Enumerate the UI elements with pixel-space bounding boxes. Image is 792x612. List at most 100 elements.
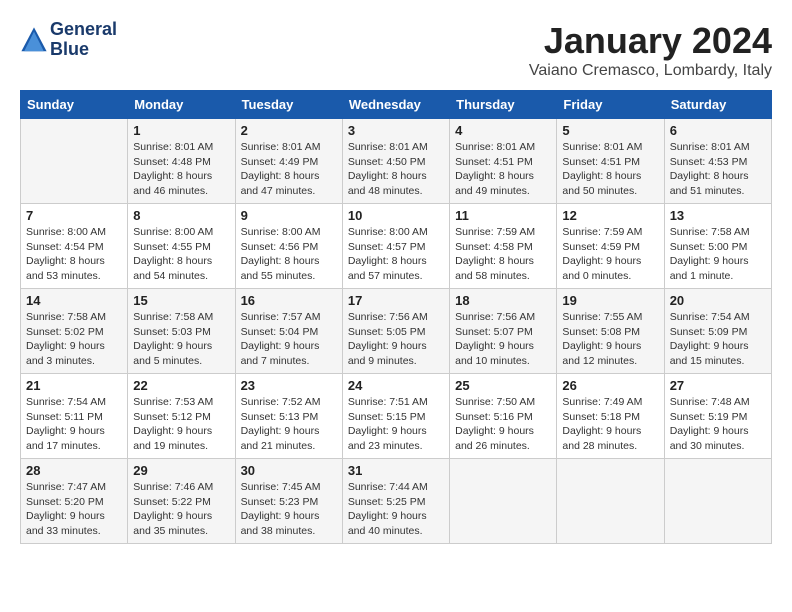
- calendar-cell: 6 Sunrise: 8:01 AMSunset: 4:53 PMDaylight…: [664, 119, 771, 204]
- calendar-week-5: 28 Sunrise: 7:47 AMSunset: 5:20 PMDayligh…: [21, 459, 772, 544]
- calendar-cell: 29 Sunrise: 7:46 AMSunset: 5:22 PMDayligh…: [128, 459, 235, 544]
- calendar-cell: 18 Sunrise: 7:56 AMSunset: 5:07 PMDayligh…: [450, 289, 557, 374]
- day-info: Sunrise: 7:53 AMSunset: 5:12 PMDaylight:…: [133, 395, 229, 454]
- day-info: Sunrise: 7:59 AMSunset: 4:59 PMDaylight:…: [562, 225, 658, 284]
- day-number: 12: [562, 208, 658, 223]
- day-number: 28: [26, 463, 122, 478]
- weekday-header-sunday: Sunday: [21, 91, 128, 119]
- day-number: 29: [133, 463, 229, 478]
- day-number: 6: [670, 123, 766, 138]
- calendar-cell: 24Sunrise: 7:51 AMSunset: 5:15 PMDayligh…: [342, 374, 449, 459]
- day-number: 26: [562, 378, 658, 393]
- day-number: 15: [133, 293, 229, 308]
- location: Vaiano Cremasco, Lombardy, Italy: [529, 62, 772, 80]
- calendar-cell: 27 Sunrise: 7:48 AMSunset: 5:19 PMDayligh…: [664, 374, 771, 459]
- day-number: 30: [241, 463, 337, 478]
- calendar-cell: 4 Sunrise: 8:01 AMSunset: 4:51 PMDaylight…: [450, 119, 557, 204]
- day-number: 16: [241, 293, 337, 308]
- day-number: 20: [670, 293, 766, 308]
- day-info: Sunrise: 7:58 AMSunset: 5:02 PMDaylight:…: [26, 310, 122, 369]
- calendar-cell: 12 Sunrise: 7:59 AMSunset: 4:59 PMDayligh…: [557, 204, 664, 289]
- calendar-cell: 13 Sunrise: 7:58 AMSunset: 5:00 PMDayligh…: [664, 204, 771, 289]
- weekday-header-wednesday: Wednesday: [342, 91, 449, 119]
- calendar-cell: 16 Sunrise: 7:57 AMSunset: 5:04 PMDayligh…: [235, 289, 342, 374]
- calendar-cell: 3Sunrise: 8:01 AMSunset: 4:50 PMDaylight…: [342, 119, 449, 204]
- day-number: 4: [455, 123, 551, 138]
- day-number: 21: [26, 378, 122, 393]
- day-number: 31: [348, 463, 444, 478]
- day-number: 14: [26, 293, 122, 308]
- day-number: 22: [133, 378, 229, 393]
- day-info: Sunrise: 7:59 AMSunset: 4:58 PMDaylight:…: [455, 225, 551, 284]
- day-info: Sunrise: 8:01 AMSunset: 4:53 PMDaylight:…: [670, 140, 766, 199]
- day-number: 17: [348, 293, 444, 308]
- calendar-cell: 30 Sunrise: 7:45 AMSunset: 5:23 PMDayligh…: [235, 459, 342, 544]
- calendar-body: 1 Sunrise: 8:01 AMSunset: 4:48 PMDaylight…: [21, 119, 772, 544]
- calendar-cell: 5 Sunrise: 8:01 AMSunset: 4:51 PMDaylight…: [557, 119, 664, 204]
- calendar-week-3: 14 Sunrise: 7:58 AMSunset: 5:02 PMDayligh…: [21, 289, 772, 374]
- calendar-cell: 22 Sunrise: 7:53 AMSunset: 5:12 PMDayligh…: [128, 374, 235, 459]
- calendar-cell: [21, 119, 128, 204]
- page-header: General Blue January 2024 Vaiano Cremasc…: [20, 20, 772, 80]
- calendar-cell: 23Sunrise: 7:52 AMSunset: 5:13 PMDayligh…: [235, 374, 342, 459]
- calendar-cell: 7 Sunrise: 8:00 AMSunset: 4:54 PMDaylight…: [21, 204, 128, 289]
- day-number: 19: [562, 293, 658, 308]
- day-info: Sunrise: 8:00 AMSunset: 4:54 PMDaylight:…: [26, 225, 122, 284]
- day-info: Sunrise: 7:54 AMSunset: 5:09 PMDaylight:…: [670, 310, 766, 369]
- day-number: 13: [670, 208, 766, 223]
- weekday-header-friday: Friday: [557, 91, 664, 119]
- day-info: Sunrise: 8:01 AMSunset: 4:49 PMDaylight:…: [241, 140, 337, 199]
- day-info: Sunrise: 7:48 AMSunset: 5:19 PMDaylight:…: [670, 395, 766, 454]
- day-number: 7: [26, 208, 122, 223]
- calendar-cell: 11 Sunrise: 7:59 AMSunset: 4:58 PMDayligh…: [450, 204, 557, 289]
- calendar-cell: 15 Sunrise: 7:58 AMSunset: 5:03 PMDayligh…: [128, 289, 235, 374]
- day-number: 10: [348, 208, 444, 223]
- day-number: 24: [348, 378, 444, 393]
- calendar-week-1: 1 Sunrise: 8:01 AMSunset: 4:48 PMDaylight…: [21, 119, 772, 204]
- day-info: Sunrise: 8:01 AMSunset: 4:51 PMDaylight:…: [455, 140, 551, 199]
- calendar-cell: 14 Sunrise: 7:58 AMSunset: 5:02 PMDayligh…: [21, 289, 128, 374]
- day-info: Sunrise: 7:54 AMSunset: 5:11 PMDaylight:…: [26, 395, 122, 454]
- weekday-header-saturday: Saturday: [664, 91, 771, 119]
- weekday-header-row: SundayMondayTuesdayWednesdayThursdayFrid…: [21, 91, 772, 119]
- day-info: Sunrise: 7:56 AMSunset: 5:07 PMDaylight:…: [455, 310, 551, 369]
- calendar-cell: 19 Sunrise: 7:55 AMSunset: 5:08 PMDayligh…: [557, 289, 664, 374]
- calendar-cell: 9 Sunrise: 8:00 AMSunset: 4:56 PMDaylight…: [235, 204, 342, 289]
- day-number: 9: [241, 208, 337, 223]
- day-number: 2: [241, 123, 337, 138]
- day-info: Sunrise: 7:57 AMSunset: 5:04 PMDaylight:…: [241, 310, 337, 369]
- day-number: 27: [670, 378, 766, 393]
- calendar-cell: 10 Sunrise: 8:00 AMSunset: 4:57 PMDayligh…: [342, 204, 449, 289]
- day-number: 11: [455, 208, 551, 223]
- calendar-week-4: 21 Sunrise: 7:54 AMSunset: 5:11 PMDayligh…: [21, 374, 772, 459]
- day-number: 1: [133, 123, 229, 138]
- calendar-cell: [664, 459, 771, 544]
- calendar-cell: [450, 459, 557, 544]
- day-info: Sunrise: 7:58 AMSunset: 5:00 PMDaylight:…: [670, 225, 766, 284]
- day-info: Sunrise: 7:50 AMSunset: 5:16 PMDaylight:…: [455, 395, 551, 454]
- day-info: Sunrise: 7:58 AMSunset: 5:03 PMDaylight:…: [133, 310, 229, 369]
- calendar-cell: 25 Sunrise: 7:50 AMSunset: 5:16 PMDayligh…: [450, 374, 557, 459]
- logo-icon: [20, 26, 48, 54]
- day-info: Sunrise: 7:47 AMSunset: 5:20 PMDaylight:…: [26, 480, 122, 539]
- weekday-header-thursday: Thursday: [450, 91, 557, 119]
- day-info: Sunrise: 7:49 AMSunset: 5:18 PMDaylight:…: [562, 395, 658, 454]
- day-info: Sunrise: 7:46 AMSunset: 5:22 PMDaylight:…: [133, 480, 229, 539]
- day-info: Sunrise: 7:45 AMSunset: 5:23 PMDaylight:…: [241, 480, 337, 539]
- month-title: January 2024: [529, 20, 772, 62]
- day-info: Sunrise: 8:01 AMSunset: 4:48 PMDaylight:…: [133, 140, 229, 199]
- day-info: Sunrise: 8:01 AMSunset: 4:51 PMDaylight:…: [562, 140, 658, 199]
- day-info: Sunrise: 8:00 AMSunset: 4:56 PMDaylight:…: [241, 225, 337, 284]
- day-info: Sunrise: 8:00 AMSunset: 4:57 PMDaylight:…: [348, 225, 444, 284]
- day-number: 18: [455, 293, 551, 308]
- weekday-header-tuesday: Tuesday: [235, 91, 342, 119]
- day-number: 25: [455, 378, 551, 393]
- logo: General Blue: [20, 20, 117, 60]
- calendar-week-2: 7 Sunrise: 8:00 AMSunset: 4:54 PMDaylight…: [21, 204, 772, 289]
- day-info: Sunrise: 7:55 AMSunset: 5:08 PMDaylight:…: [562, 310, 658, 369]
- day-number: 5: [562, 123, 658, 138]
- calendar-cell: [557, 459, 664, 544]
- day-number: 23: [241, 378, 337, 393]
- weekday-header-monday: Monday: [128, 91, 235, 119]
- calendar-cell: 8Sunrise: 8:00 AMSunset: 4:55 PMDaylight…: [128, 204, 235, 289]
